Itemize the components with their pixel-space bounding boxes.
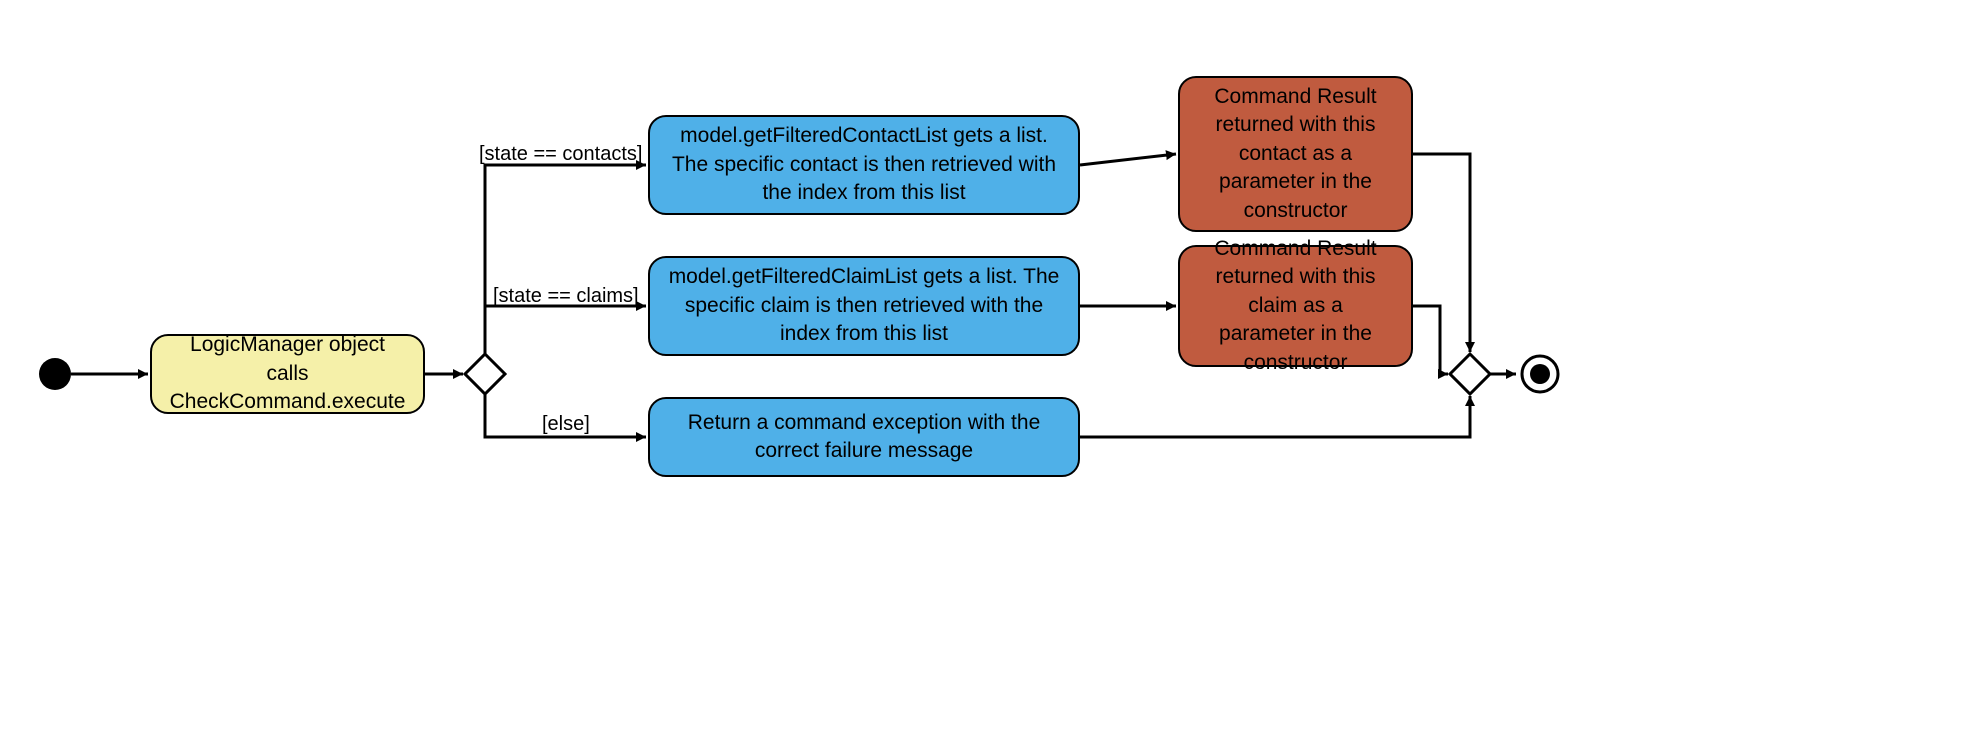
claim-result-text: Command Result returned with this claim …	[1198, 235, 1393, 377]
logic-manager-text: LogicManager object calls CheckCommand.e…	[170, 331, 406, 416]
claim-action-node: model.getFilteredClaimList gets a list. …	[648, 256, 1080, 356]
contact-result-text: Command Result returned with this contac…	[1198, 83, 1393, 225]
guard-else-label: [else]	[542, 413, 590, 436]
contact-result-node: Command Result returned with this contac…	[1178, 76, 1413, 232]
claim-result-node: Command Result returned with this claim …	[1178, 245, 1413, 367]
else-action-text: Return a command exception with the corr…	[668, 409, 1060, 466]
claim-action-text: model.getFilteredClaimList gets a list. …	[668, 263, 1060, 348]
merge-node-icon	[1450, 354, 1490, 394]
final-node-icon	[1522, 356, 1558, 392]
logic-manager-node: LogicManager object calls CheckCommand.e…	[150, 334, 425, 414]
contact-action-text: model.getFilteredContactList gets a list…	[668, 122, 1060, 207]
contact-action-node: model.getFilteredContactList gets a list…	[648, 115, 1080, 215]
decision-node-icon	[465, 354, 505, 394]
guard-claims-label: [state == claims]	[493, 285, 639, 308]
else-action-node: Return a command exception with the corr…	[648, 397, 1080, 477]
initial-node-icon	[39, 358, 71, 390]
guard-contacts-label: [state == contacts]	[479, 143, 642, 166]
